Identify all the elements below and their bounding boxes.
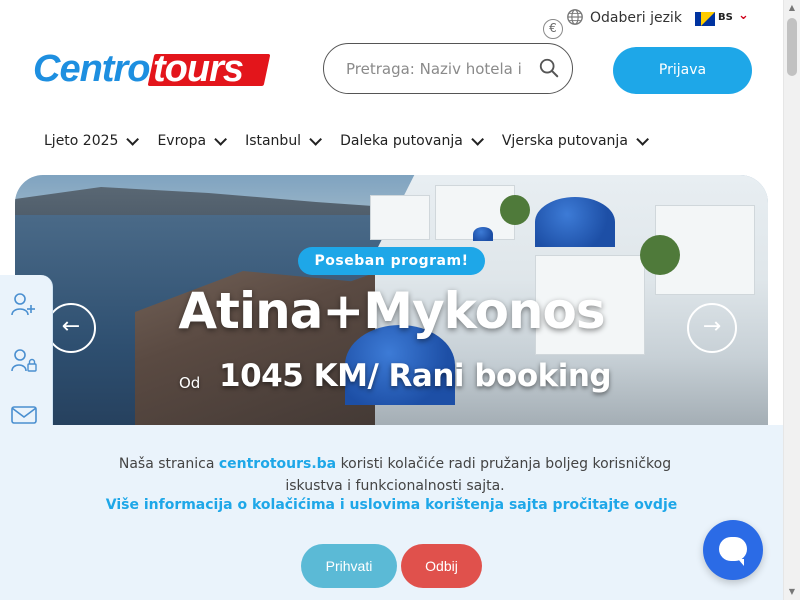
nav-item-daleka-putovanja[interactable]: Daleka putovanja [340, 132, 484, 149]
chat-button[interactable] [703, 520, 763, 580]
arrow-right-icon: → [702, 314, 722, 339]
hero-house [370, 195, 430, 240]
nav-item-label: Evropa [157, 133, 207, 149]
scroll-up-icon[interactable]: ▲ [784, 0, 800, 16]
scroll-down-icon[interactable]: ▼ [784, 584, 800, 600]
globe-icon[interactable] [566, 8, 584, 26]
language-selector-label[interactable]: Odaberi jezik [590, 10, 682, 26]
chevron-down-icon [471, 132, 484, 146]
nav-item-istanbul[interactable]: Istanbul [245, 132, 323, 149]
chevron-down-icon [214, 132, 228, 146]
nav-item-label: Vjerska putovanja [501, 133, 628, 149]
cookie-text-end: koristi kolačiće radi pružanja boljeg ko… [285, 456, 672, 494]
slider-next-button[interactable]: → [687, 303, 737, 353]
cookie-more-info-link[interactable]: Više informacija o kolačićima i uslovima… [0, 497, 783, 513]
cookie-text-start: Naša stranica [118, 456, 219, 472]
bosnia-flag-icon[interactable] [695, 12, 715, 26]
chevron-down-icon [309, 132, 323, 146]
search-box[interactable] [323, 43, 573, 94]
chevron-down-icon [636, 132, 649, 146]
side-toolbar [0, 275, 53, 435]
hero-blue-dome [473, 227, 493, 241]
hero-tree [500, 195, 530, 225]
accept-cookies-button[interactable]: Prihvati [301, 544, 397, 588]
logo-text-tours: tours [153, 48, 244, 90]
hero-blue-dome [535, 197, 615, 247]
user-lock-icon[interactable] [10, 347, 38, 373]
cookie-message: Naša stranica centrotours.ba koristi kol… [90, 453, 700, 497]
euro-icon[interactable]: € [543, 19, 563, 39]
nav-item-label: Istanbul [245, 133, 302, 149]
scroll-thumb[interactable] [787, 18, 797, 76]
search-input[interactable] [346, 56, 536, 82]
chevron-down-icon [126, 132, 140, 146]
nav-item-label: Ljeto 2025 [44, 133, 119, 149]
arrow-left-icon: ← [61, 314, 81, 339]
hero-title: Atina+Mykonos [178, 282, 605, 340]
reject-cookies-button[interactable]: Odbij [401, 544, 482, 588]
nav-item-evropa[interactable]: Evropa [157, 132, 228, 149]
language-code[interactable]: BS [718, 12, 733, 23]
special-program-badge: Poseban program! [298, 247, 485, 275]
chevron-down-icon[interactable]: ⌄ [738, 8, 749, 23]
chat-bubble-icon [719, 537, 747, 566]
page-scrollbar[interactable]: ▲ ▼ [783, 0, 800, 600]
nav-item-ljeto-2025[interactable]: Ljeto 2025 [44, 132, 140, 149]
hero-price: 1045 KM/ Rani booking [219, 358, 612, 394]
slider-prev-button[interactable]: ← [46, 303, 96, 353]
price-prefix: Od [179, 374, 201, 392]
hero-tree [640, 235, 680, 275]
logo-text-centro: Centro [33, 48, 150, 90]
cookie-site-name: centrotours.ba [218, 456, 337, 472]
centrotours-logo[interactable]: Centro tours [33, 46, 273, 90]
nav-item-label: Daleka putovanja [340, 133, 463, 149]
add-user-icon[interactable] [10, 291, 38, 317]
search-icon[interactable] [538, 57, 560, 79]
nav-item-vjerska-putovanja[interactable]: Vjerska putovanja [501, 132, 649, 149]
login-button[interactable]: Prijava [613, 47, 752, 94]
main-nav: Ljeto 2025 Evropa Istanbul Daleka putova… [44, 132, 667, 149]
